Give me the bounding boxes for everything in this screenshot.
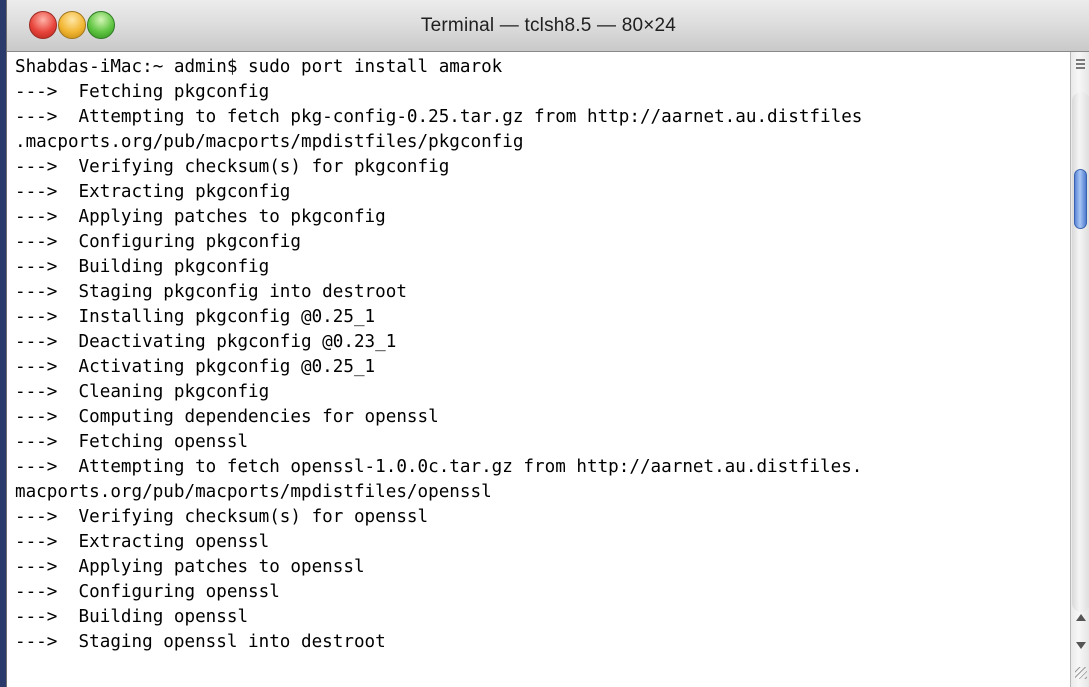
terminal-line: ---> Verifying checksum(s) for openssl — [15, 507, 429, 527]
terminal-line: ---> Applying patches to pkgconfig — [15, 207, 386, 227]
terminal-line: ---> Deactivating pkgconfig @0.23_1 — [15, 332, 397, 352]
scroll-grip-icon[interactable] — [1076, 59, 1085, 69]
window-title: Terminal — tclsh8.5 — 80×24 — [420, 15, 677, 36]
terminal-line: ---> Extracting pkgconfig — [15, 182, 291, 202]
terminal-line: ---> Fetching openssl — [15, 432, 249, 452]
terminal-line: ---> Fetching pkgconfig — [15, 82, 270, 102]
terminal-line: ---> Extracting openssl — [15, 532, 270, 552]
vertical-scrollbar[interactable] — [1070, 52, 1089, 687]
terminal-line: ---> Attempting to fetch openssl-1.0.0c.… — [15, 457, 863, 477]
terminal-line: ---> Cleaning pkgconfig — [15, 382, 270, 402]
terminal-line: ---> Activating pkgconfig @0.25_1 — [15, 357, 376, 377]
terminal-line: ---> Building openssl — [15, 607, 249, 627]
terminal-line: ---> Computing dependencies for openssl — [15, 407, 439, 427]
terminal-output[interactable]: Shabdas-iMac:~ admin$ sudo port install … — [7, 52, 1070, 687]
scroll-thumb[interactable] — [1074, 169, 1087, 229]
scroll-down-arrow-icon[interactable] — [1076, 642, 1086, 649]
terminal-line: ---> Configuring openssl — [15, 582, 280, 602]
terminal-line: ---> Installing pkgconfig @0.25_1 — [15, 307, 376, 327]
terminal-line: Shabdas-iMac:~ admin$ sudo port install … — [15, 57, 503, 77]
resize-grip-icon[interactable] — [1075, 667, 1087, 679]
terminal-line: macports.org/pub/macports/mpdistfiles/op… — [15, 482, 492, 502]
terminal-line: ---> Verifying checksum(s) for pkgconfig — [15, 157, 450, 177]
terminal-line: ---> Attempting to fetch pkg-config-0.25… — [15, 107, 863, 127]
terminal-line: ---> Staging openssl into destroot — [15, 632, 386, 652]
title-bar[interactable]: Terminal — tclsh8.5 — 80×24 — [7, 0, 1089, 52]
terminal-line: ---> Staging pkgconfig into destroot — [15, 282, 407, 302]
terminal-window: Terminal — tclsh8.5 — 80×24 Shabdas-iMac… — [6, 0, 1089, 687]
scroll-up-arrow-icon[interactable] — [1076, 614, 1086, 621]
terminal-line: ---> Building pkgconfig — [15, 257, 270, 277]
terminal-line: ---> Configuring pkgconfig — [15, 232, 301, 252]
terminal-line: .macports.org/pub/macports/mpdistfiles/p… — [15, 132, 524, 152]
terminal-line: ---> Applying patches to openssl — [15, 557, 365, 577]
